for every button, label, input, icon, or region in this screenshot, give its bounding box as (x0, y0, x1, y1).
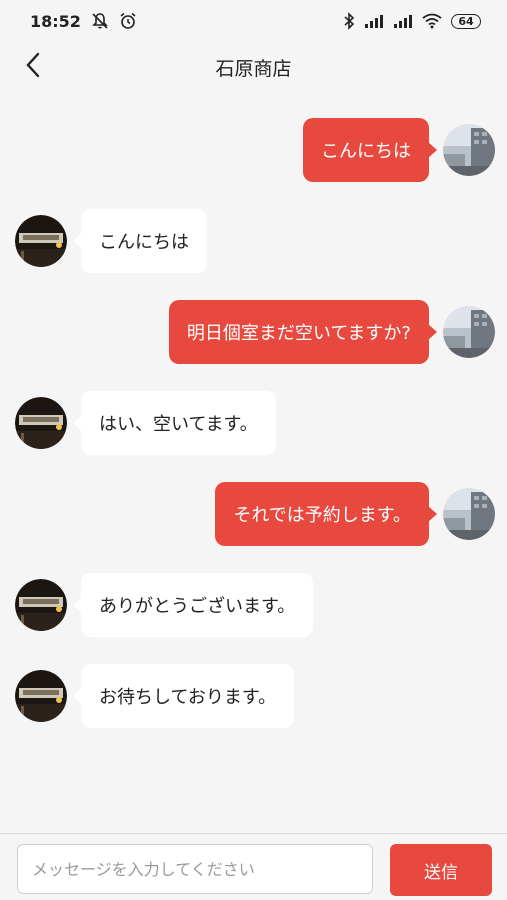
message-text: ありがとうございます。 (99, 596, 296, 617)
bluetooth-icon (343, 12, 355, 30)
wifi-icon (422, 13, 442, 29)
avatar[interactable] (443, 488, 495, 540)
message-text: それでは予約します。 (233, 505, 411, 526)
message-row: ありがとうございます。 (15, 573, 314, 637)
send-button[interactable]: 送信 (390, 844, 492, 896)
status-time: 18:52 (30, 11, 81, 31)
message-row: 明日個室まだ空いてますか? (168, 300, 495, 364)
mute-icon (91, 12, 109, 30)
signal-icon (364, 13, 384, 29)
avatar[interactable] (15, 579, 67, 631)
battery-level: 64 (458, 14, 474, 28)
message-bubble-sent[interactable]: こんにちは (303, 118, 437, 182)
alarm-icon (119, 12, 137, 30)
avatar[interactable] (443, 124, 495, 176)
page-title: 石原商店 (215, 57, 292, 80)
message-row: こんにちは (15, 209, 207, 273)
message-row: それでは予約します。 (215, 482, 495, 546)
message-text: こんにちは (321, 141, 411, 162)
message-bubble-sent[interactable]: それでは予約します。 (215, 482, 437, 546)
message-text: お待ちしております。 (99, 687, 277, 708)
message-row: はい、空いてます。 (15, 391, 276, 455)
message-text: こんにちは (99, 232, 189, 253)
avatar[interactable] (15, 215, 67, 267)
message-text: 明日個室まだ空いてますか? (186, 323, 411, 344)
message-text: はい、空いてます。 (99, 414, 258, 435)
status-bar: 18:52 64 (0, 0, 507, 42)
chat-header: 石原商店 (0, 42, 507, 92)
message-bubble-received[interactable]: お待ちしております。 (72, 664, 295, 728)
message-composer: 送信 (0, 833, 507, 900)
avatar[interactable] (15, 670, 67, 722)
signal-icon (393, 13, 413, 29)
send-button-label: 送信 (424, 862, 458, 883)
message-input[interactable] (17, 844, 373, 894)
message-row: お待ちしております。 (15, 664, 295, 728)
chevron-left-icon (25, 52, 41, 82)
battery-icon: 64 (451, 13, 481, 29)
avatar[interactable] (443, 306, 495, 358)
message-row: こんにちは (303, 118, 495, 182)
back-button[interactable] (16, 50, 50, 84)
message-bubble-received[interactable]: こんにちは (73, 209, 207, 273)
message-bubble-received[interactable]: はい、空いてます。 (73, 391, 276, 455)
message-bubble-sent[interactable]: 明日個室まだ空いてますか? (168, 300, 438, 364)
avatar[interactable] (15, 397, 67, 449)
message-bubble-received[interactable]: ありがとうございます。 (72, 573, 314, 637)
